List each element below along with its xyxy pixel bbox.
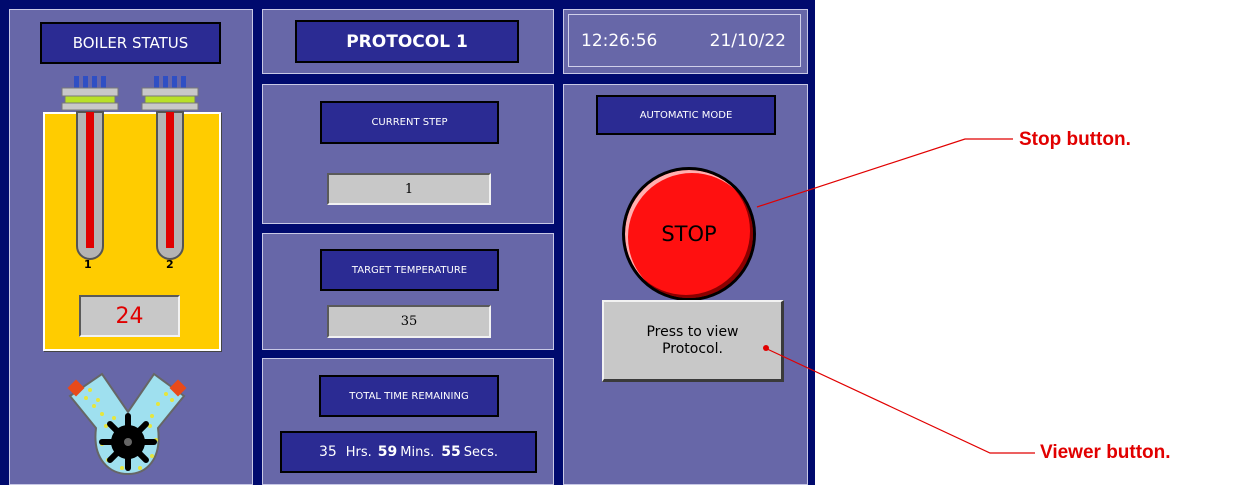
stop-annotation-line [756,138,1013,208]
viewer-annotation-dot [763,345,769,351]
viewer-annotation-line [764,347,1035,454]
annotation-lines [756,138,1035,454]
stop-button-annotation: Stop button. [1019,129,1131,150]
viewer-button-annotation: Viewer button. [1040,442,1171,463]
